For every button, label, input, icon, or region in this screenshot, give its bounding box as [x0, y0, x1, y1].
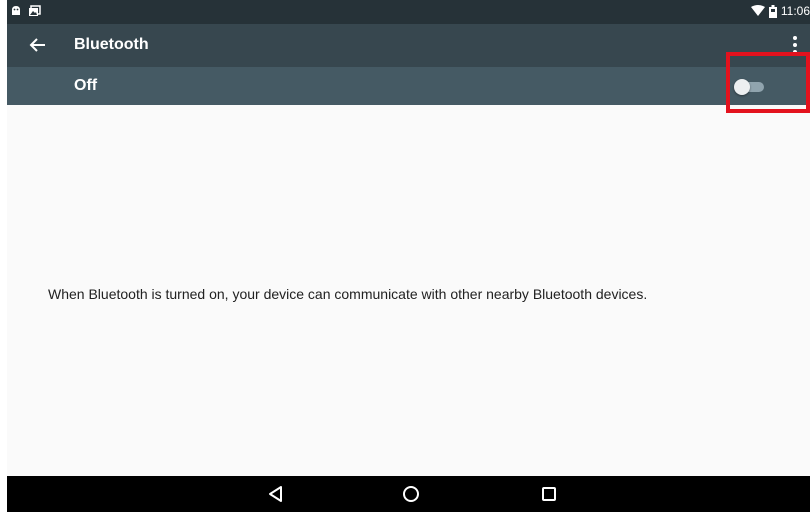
android-notification-icon — [12, 6, 20, 15]
status-bar: 11:06 — [7, 0, 810, 24]
toggle-thumb — [734, 79, 750, 95]
more-vert-icon[interactable] — [792, 35, 798, 55]
bluetooth-switch-bar[interactable]: Off — [7, 67, 810, 105]
bluetooth-toggle[interactable] — [732, 77, 768, 97]
status-notifications — [11, 5, 41, 17]
wifi-icon — [750, 5, 765, 16]
screen: 11:06 Bluetooth Off When Bluetooth is tu… — [7, 0, 810, 512]
status-indicators: 11:06 — [750, 4, 810, 18]
app-bar: Bluetooth — [7, 24, 810, 67]
battery-icon — [768, 4, 777, 18]
switch-state-label: Off — [74, 77, 98, 94]
arrow-back-icon[interactable] — [27, 34, 49, 56]
back-triangle-icon[interactable] — [266, 484, 286, 504]
page-title: Bluetooth — [74, 36, 149, 53]
gallery-notification-icon — [29, 5, 41, 16]
home-circle-icon[interactable] — [401, 484, 421, 504]
recents-square-icon[interactable] — [539, 484, 559, 504]
bluetooth-description: When Bluetooth is turned on, your device… — [48, 286, 648, 302]
status-time: 11:06 — [780, 4, 810, 18]
navigation-bar — [7, 476, 810, 512]
